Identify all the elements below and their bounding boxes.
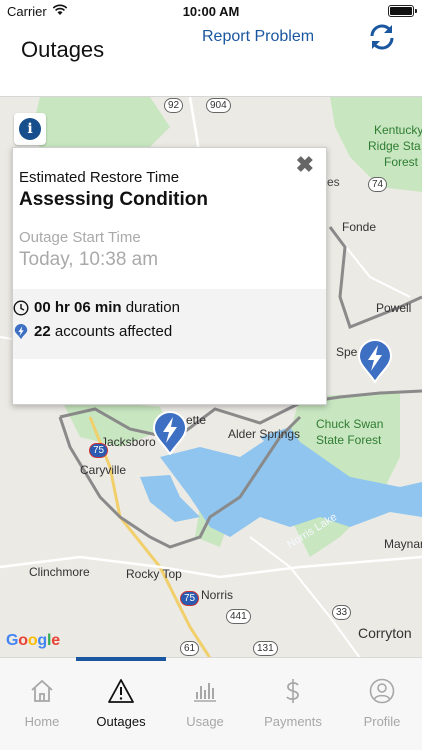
tab-profile-label: Profile: [363, 714, 401, 729]
tab-usage-label: Usage: [186, 714, 224, 729]
tab-usage[interactable]: Usage: [163, 658, 247, 738]
map-label-powell: Powell: [376, 301, 412, 315]
battery-icon: [388, 5, 414, 17]
estimated-restore-label: Estimated Restore Time: [19, 169, 180, 186]
tab-payments-label: Payments: [264, 714, 322, 729]
dollar-icon: [286, 679, 299, 703]
duration-suffix: duration: [121, 299, 180, 316]
outage-pin-icon[interactable]: [357, 339, 393, 383]
map-label-alder-springs: Alder Springs: [228, 427, 301, 441]
route-shield-441: 441: [226, 609, 251, 624]
map-label-jacksboro: Jacksboro: [101, 435, 156, 449]
tab-home[interactable]: Home: [0, 658, 84, 738]
map-label-corryton: Corryton: [358, 625, 412, 641]
accounts-value: 22: [34, 323, 51, 340]
route-shield-131: 131: [253, 641, 278, 656]
map-label-chuck-swan: Chuck Swan: [316, 417, 384, 431]
clock-icon: [13, 300, 29, 316]
close-icon[interactable]: ✖: [296, 152, 314, 178]
accounts-suffix: accounts affected: [50, 323, 173, 340]
tab-payments[interactable]: Payments: [251, 658, 335, 738]
route-shield-33: 33: [332, 605, 352, 620]
info-icon: i: [19, 118, 41, 140]
app-screen: Carrier 10:00 AM Outages Report Problem: [0, 0, 422, 750]
tab-profile[interactable]: Profile: [340, 658, 422, 738]
tab-bar: Home Outages Usage Payments Profile: [0, 657, 422, 750]
status-bar: Carrier 10:00 AM: [0, 0, 422, 22]
map-label-fonde: Fonde: [342, 220, 377, 234]
outage-start-value: Today, 10:38 am: [19, 249, 159, 270]
map-label-ridge-state: Ridge Sta: [368, 139, 421, 153]
route-shield-904: 904: [206, 98, 231, 113]
warning-icon: [108, 679, 134, 703]
home-icon: [31, 679, 53, 702]
report-problem-button[interactable]: Report Problem: [202, 28, 314, 46]
outage-marker-icon: [14, 324, 28, 340]
map-label-norris: Norris: [201, 588, 233, 602]
tab-outages[interactable]: Outages: [79, 658, 163, 738]
bar-chart-icon: [194, 683, 216, 702]
map-label-clinchmore: Clinchmore: [29, 565, 90, 579]
route-shield-92: 92: [164, 98, 184, 113]
header: Outages Report Problem: [0, 22, 422, 96]
google-logo: Google: [6, 632, 60, 649]
outage-details-popup: ✖ Estimated Restore Time Assessing Condi…: [12, 147, 327, 405]
outage-stats: 00 hr 06 min duration 22 accounts affect…: [13, 289, 326, 359]
interstate-shield-75-south: 75: [180, 591, 200, 606]
route-shield-61: 61: [180, 641, 200, 656]
map-label-maynar: Maynar: [384, 537, 422, 551]
map-label-caryville: Caryville: [80, 463, 127, 477]
map-label-es: es: [327, 175, 340, 189]
interstate-shield-75-north: 75: [89, 443, 109, 458]
map-label-spe: Spe: [336, 345, 358, 359]
route-shield-74: 74: [368, 177, 388, 192]
duration-value: 00 hr 06 min: [34, 299, 122, 316]
page-title: Outages: [21, 37, 105, 62]
battery-tip: [415, 9, 417, 13]
map-label-state-forest: State Forest: [316, 433, 382, 447]
tab-outages-label: Outages: [96, 714, 146, 729]
map-info-button[interactable]: i: [14, 113, 46, 145]
profile-icon: [369, 678, 395, 704]
tab-home-label: Home: [24, 714, 60, 729]
map-label-rocky-top: Rocky Top: [126, 567, 182, 581]
selected-outage-pin-icon[interactable]: [152, 411, 188, 455]
outage-start-label: Outage Start Time: [19, 229, 141, 246]
estimated-restore-value: Assessing Condition: [19, 189, 208, 210]
map-label-kentucky: Kentucky: [374, 123, 422, 137]
status-time: 10:00 AM: [182, 4, 240, 19]
map-label-forest: Forest: [384, 155, 419, 169]
refresh-icon[interactable]: [366, 22, 398, 52]
map-label-ette: ette: [186, 413, 207, 427]
